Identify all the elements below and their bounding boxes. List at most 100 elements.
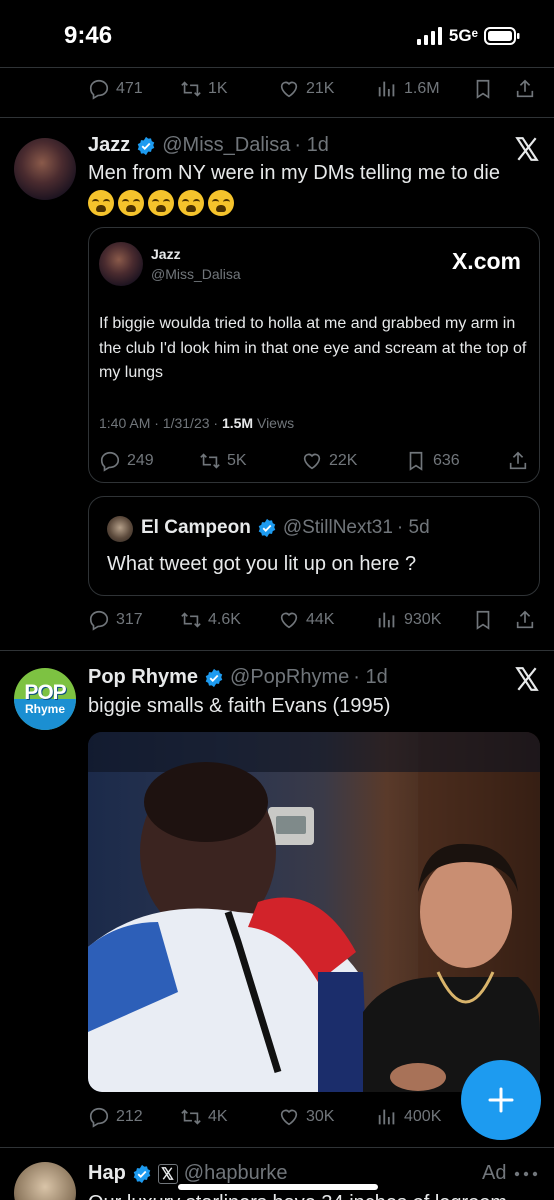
reply-icon: [89, 1107, 109, 1128]
reply-button[interactable]: 249: [99, 450, 154, 472]
reply-icon: [100, 451, 120, 472]
tweet-time: · 1d: [294, 134, 329, 156]
source-label: X.com: [451, 248, 521, 274]
ad-label: Ad: [482, 1162, 507, 1184]
author-name[interactable]: Jazz: [88, 134, 130, 157]
affiliate-badge-icon: [157, 1163, 178, 1184]
tweet-header: Pop Rhyme @PopRhyme · 1d: [88, 666, 388, 689]
retweet-button[interactable]: 5K: [199, 450, 247, 472]
nested-quote-card[interactable]: El Campeon @StillNext31 · 5d What tweet …: [88, 496, 540, 596]
avatar-logo-subtext: Rhyme: [24, 701, 65, 716]
views-icon: [378, 612, 395, 628]
views-count: 930K: [404, 611, 442, 628]
like-button[interactable]: 22K: [301, 450, 357, 472]
views-count: 1.6M: [404, 80, 440, 97]
reply-button[interactable]: 317: [88, 609, 143, 631]
quote-date: 1:40 AM · 1/31/23 ·: [99, 415, 222, 431]
share-icon[interactable]: [514, 609, 536, 631]
views-button[interactable]: 1.6M: [376, 78, 440, 100]
retweet-icon: [181, 612, 201, 628]
tweet-time: · 1d: [353, 666, 388, 688]
views-icon: [378, 81, 395, 97]
like-count: 21K: [306, 80, 335, 97]
reply-icon: [89, 79, 109, 100]
tweet-photo[interactable]: [88, 732, 540, 1092]
author-name[interactable]: Hap: [88, 1162, 126, 1185]
heart-icon: [280, 1109, 298, 1126]
signal-icon: [416, 27, 442, 45]
reply-count: 471: [116, 80, 143, 97]
battery-icon: [484, 27, 520, 45]
tweet-text: biggie smalls & faith Evans (1995): [88, 695, 391, 717]
bookmark-count: 636: [433, 452, 460, 469]
retweet-button[interactable]: 1K: [180, 78, 228, 100]
reply-icon: [89, 610, 109, 631]
heart-icon: [303, 453, 321, 470]
retweet-button[interactable]: 4.6K: [180, 609, 241, 631]
photo-illustration: [88, 732, 540, 1092]
bookmark-icon[interactable]: [472, 609, 494, 631]
tweet-header: Jazz @Miss_Dalisa · 1d: [88, 134, 329, 157]
author-handle[interactable]: @hapburke: [184, 1162, 288, 1185]
divider: [0, 650, 554, 651]
quoted-tweet-card[interactable]: Jazz @Miss_Dalisa X.com If biggie woulda…: [88, 227, 540, 483]
reply-count: 317: [116, 611, 143, 628]
compose-button[interactable]: [461, 1060, 541, 1140]
nested-tweet-time: · 5d: [396, 517, 430, 538]
nested-quote-text: What tweet got you lit up on here ?: [107, 553, 417, 575]
loudly-crying-emoji-icon: [118, 190, 144, 216]
reply-button[interactable]: 212: [88, 1106, 143, 1128]
status-time: 9:46: [64, 22, 113, 49]
quote-meta: 1:40 AM · 1/31/23 · 1.5M Views: [99, 415, 294, 431]
bookmark-button[interactable]: 636: [405, 450, 460, 472]
like-button[interactable]: 44K: [278, 609, 334, 631]
nested-quote-avatar: [107, 516, 133, 542]
share-icon[interactable]: [514, 78, 536, 100]
reply-count: 212: [116, 1108, 143, 1125]
like-button[interactable]: 21K: [278, 78, 334, 100]
like-count: 22K: [329, 452, 358, 469]
views-button[interactable]: 930K: [376, 609, 441, 631]
emoji-row: [88, 190, 234, 216]
plus-icon: [488, 1087, 514, 1113]
views-button[interactable]: 400K: [376, 1106, 441, 1128]
x-logo-icon[interactable]: [514, 136, 540, 162]
retweet-count: 5K: [227, 452, 247, 469]
prev-tweet-actions: 471 1K 21K 1.6M: [88, 76, 538, 102]
nested-quote-header: El Campeon @StillNext31 · 5d: [141, 517, 430, 539]
bookmark-icon[interactable]: [472, 78, 494, 100]
reply-button[interactable]: 471: [88, 78, 143, 100]
loudly-crying-emoji-icon: [178, 190, 204, 216]
author-handle[interactable]: @Miss_Dalisa: [162, 134, 290, 157]
tweet-actions: 317 4.6K 44K 930K: [88, 607, 538, 633]
quote-views-label: Views: [253, 415, 295, 431]
heart-icon: [280, 612, 298, 629]
avatar[interactable]: [14, 1162, 76, 1200]
quote-views: 1.5M: [221, 415, 254, 431]
author-handle[interactable]: @PopRhyme: [230, 666, 349, 689]
divider: [0, 117, 554, 118]
divider: [0, 1147, 554, 1148]
nested-author-handle: @StillNext31: [282, 517, 393, 538]
avatar[interactable]: POP Rhyme: [14, 668, 76, 730]
retweet-button[interactable]: 4K: [180, 1106, 228, 1128]
verified-badge-icon: [133, 1164, 151, 1183]
loudly-crying-emoji-icon: [148, 190, 174, 216]
author-name[interactable]: Pop Rhyme: [88, 666, 198, 689]
like-button[interactable]: 30K: [278, 1106, 334, 1128]
retweet-count: 1K: [208, 80, 228, 97]
divider: [0, 67, 554, 68]
share-icon[interactable]: [507, 450, 529, 472]
more-options-icon[interactable]: [514, 1170, 538, 1178]
verified-badge-icon: [258, 518, 276, 538]
status-bar: 9:46 5Gᵉ: [0, 0, 554, 68]
tweet-text: Our luxury starliners have 34 inches of …: [88, 1190, 548, 1200]
verified-badge-icon: [138, 136, 155, 155]
avatar[interactable]: [14, 138, 76, 200]
x-logo-icon[interactable]: [514, 666, 540, 692]
retweet-count: 4K: [208, 1108, 228, 1125]
tweet-text: Men from NY were in my DMs telling me to…: [88, 162, 500, 184]
retweet-icon: [200, 453, 220, 469]
reply-count: 249: [127, 452, 154, 469]
bookmark-icon: [409, 451, 423, 471]
